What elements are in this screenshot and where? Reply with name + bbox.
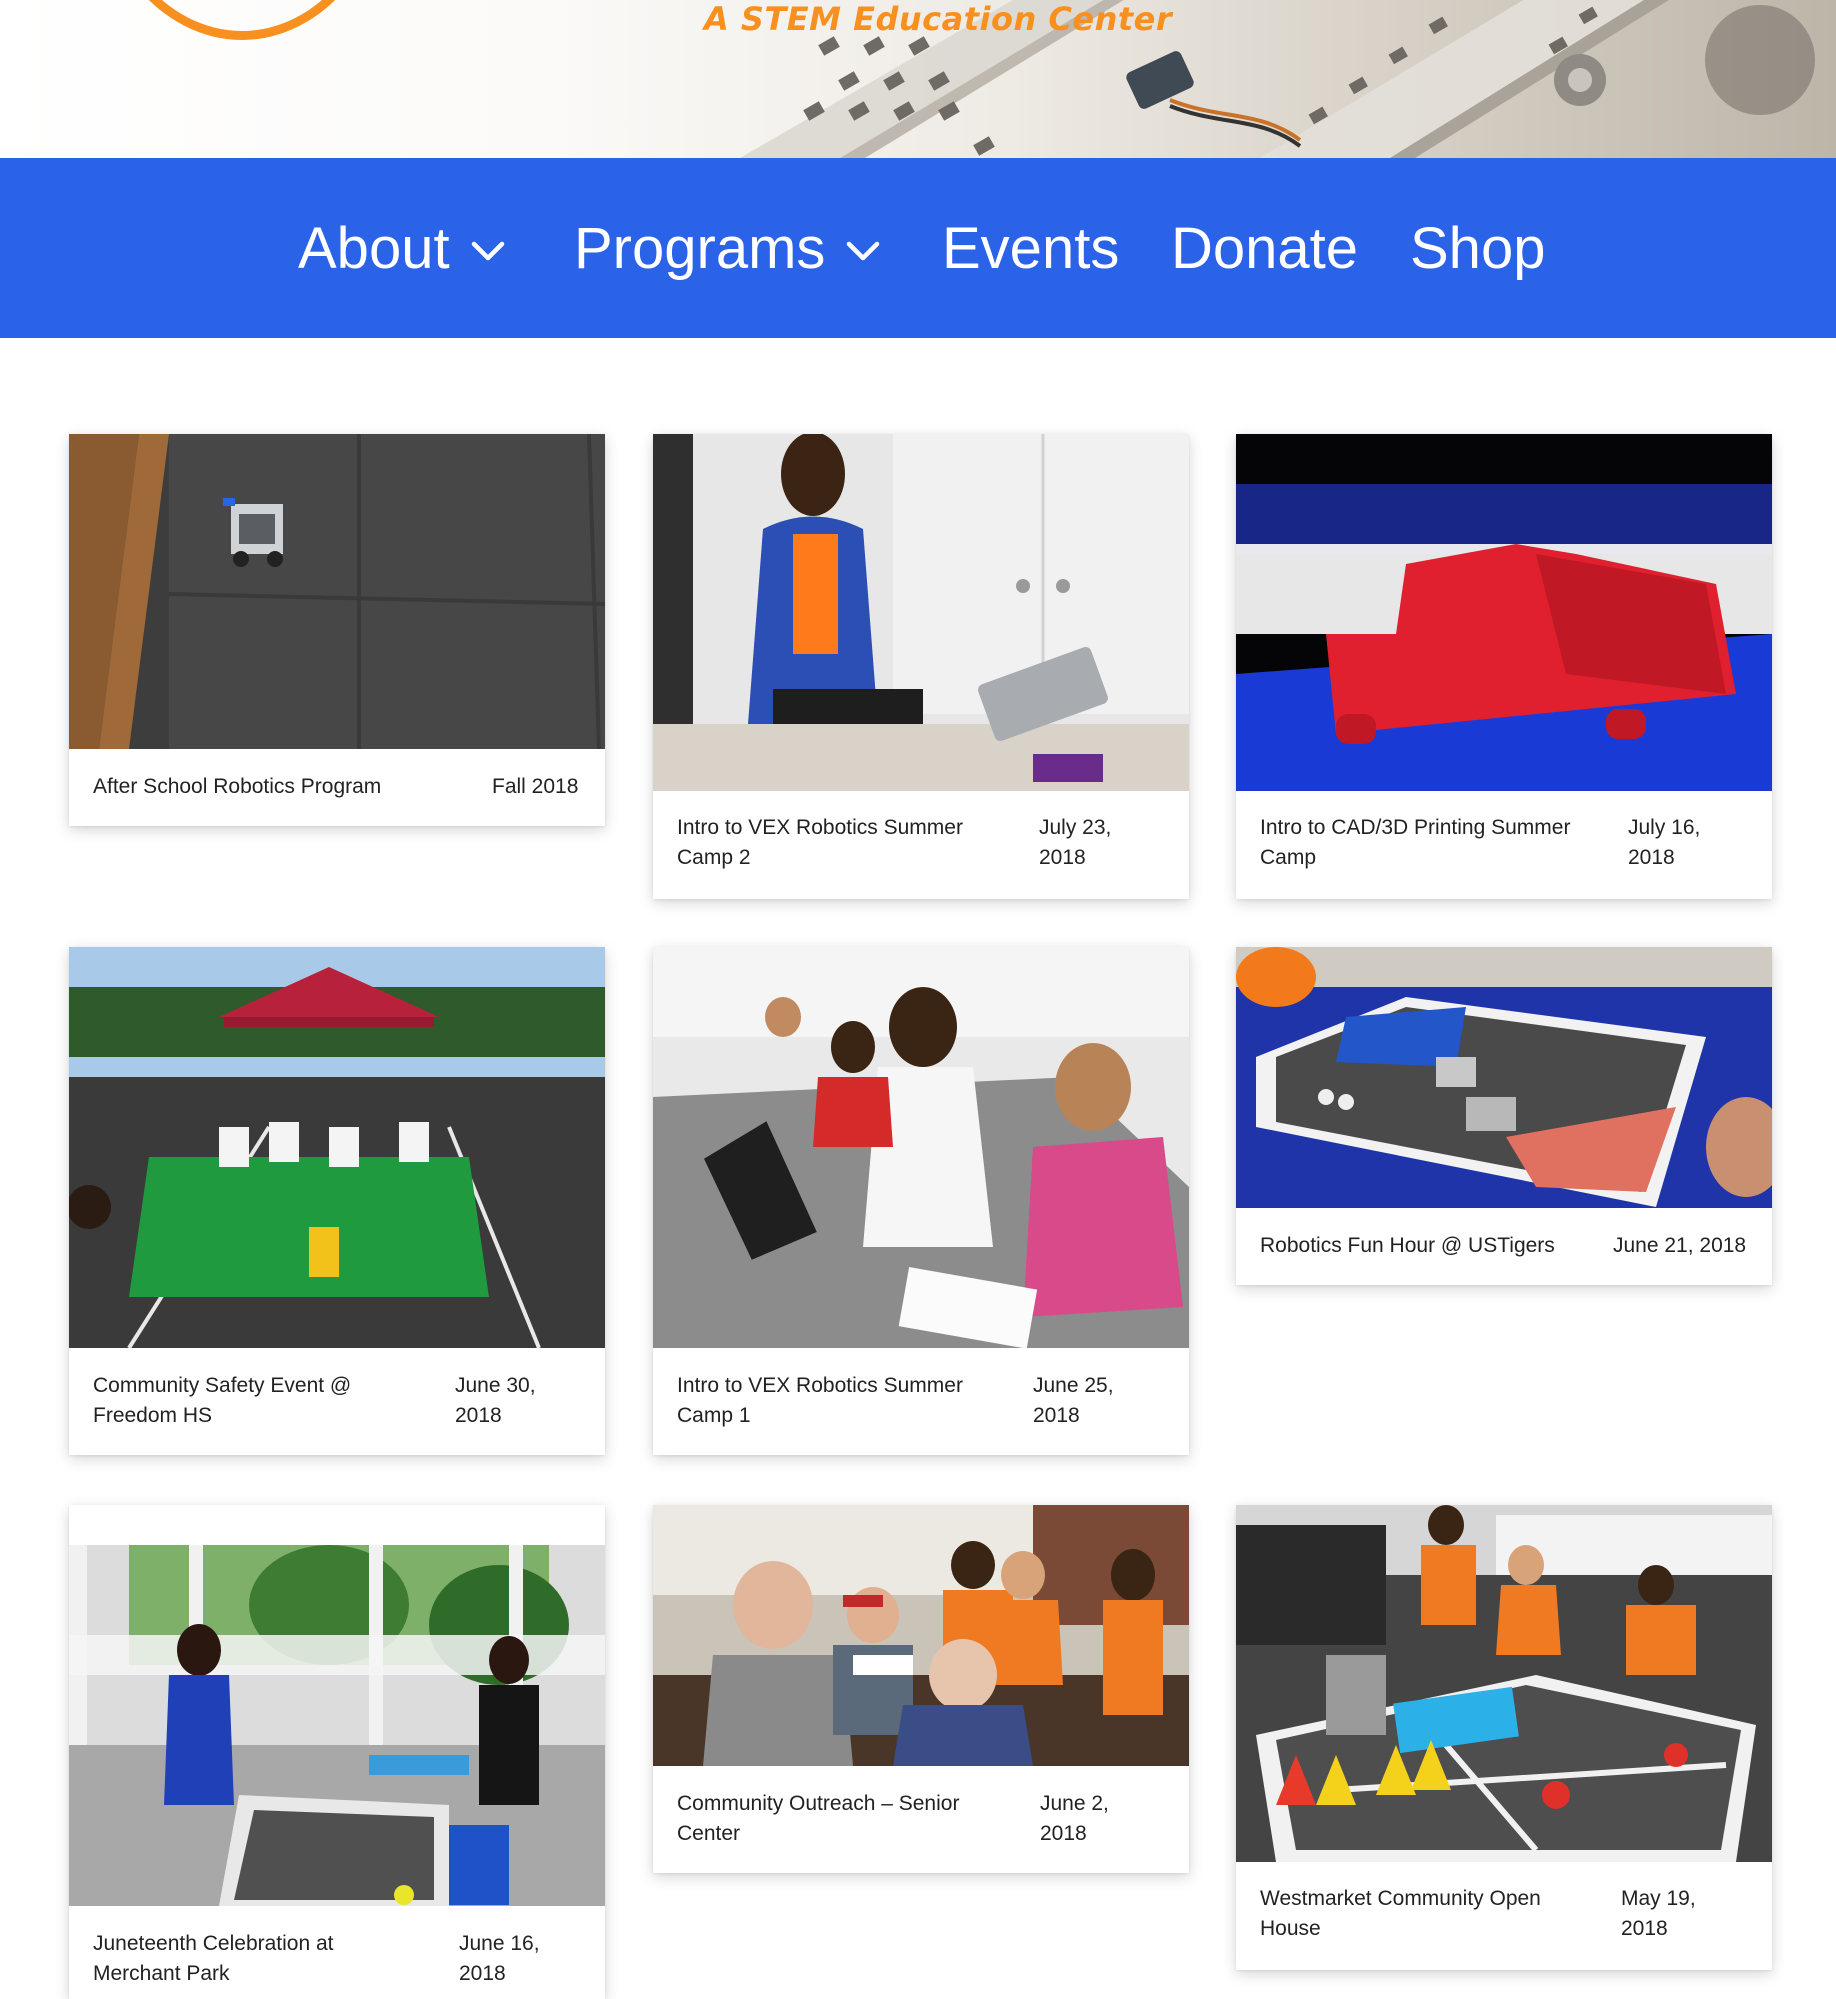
event-card-robotics-fun-hour[interactable]: Robotics Fun Hour @ USTigers June 21, 20… xyxy=(1236,947,1772,1285)
event-title: Community Safety Event @ Freedom HS xyxy=(93,1374,352,1427)
nav-item-about[interactable]: About xyxy=(298,213,508,283)
event-photo[interactable] xyxy=(653,947,1189,1348)
event-title: Juneteenth Celebration at Merchant Park xyxy=(93,1932,334,1985)
event-title: Intro to VEX Robotics Summer Camp 1 xyxy=(677,1374,963,1427)
nav-item-label: About xyxy=(298,215,450,281)
nav-item-shop[interactable]: Shop xyxy=(1410,213,1545,283)
event-card-senior-center[interactable]: Community Outreach – Senior Center June … xyxy=(653,1505,1189,1873)
event-date: June 25, 2018 xyxy=(1033,1374,1114,1427)
event-date: June 21, 2018 xyxy=(1613,1234,1747,1257)
event-photo[interactable] xyxy=(653,1505,1189,1766)
event-title: Community Outreach – Senior Center xyxy=(677,1792,960,1845)
event-date: Fall 2018 xyxy=(492,775,579,798)
event-date: July 16, 2018 xyxy=(1628,816,1701,869)
event-photo[interactable] xyxy=(69,1505,605,1906)
event-date: May 19, 2018 xyxy=(1621,1887,1696,1940)
event-date: June 30, 2018 xyxy=(455,1374,536,1427)
site-tagline: A STEM Education Center xyxy=(704,0,1173,38)
event-card-juneteenth[interactable]: Juneteenth Celebration at Merchant Park … xyxy=(69,1505,605,1999)
event-date: June 16, 2018 xyxy=(459,1932,540,1985)
event-title: Intro to VEX Robotics Summer Camp 2 xyxy=(677,816,963,869)
nav-item-label: Shop xyxy=(1410,215,1546,281)
nav-item-label: Donate xyxy=(1171,215,1359,281)
event-title: Westmarket Community Open House xyxy=(1260,1887,1541,1940)
nav-item-donate[interactable]: Donate xyxy=(1171,213,1358,283)
event-date: July 23, 2018 xyxy=(1039,816,1112,869)
nav-item-programs[interactable]: Programs xyxy=(574,213,883,283)
event-card-after-school-robotics[interactable]: After School Robotics Program Fall 2018 xyxy=(69,434,605,826)
event-photo[interactable] xyxy=(69,947,605,1348)
event-photo[interactable] xyxy=(1236,434,1772,791)
chevron-down-icon xyxy=(471,241,504,261)
event-title: After School Robotics Program xyxy=(93,775,382,798)
event-card-community-safety[interactable]: Community Safety Event @ Freedom HS June… xyxy=(69,947,605,1455)
event-title: Robotics Fun Hour @ USTigers xyxy=(1260,1234,1555,1257)
logo-ring[interactable] xyxy=(92,0,392,40)
event-photo[interactable] xyxy=(1236,947,1772,1208)
event-photo[interactable] xyxy=(69,434,605,749)
event-date: June 2, 2018 xyxy=(1040,1792,1109,1845)
nav-item-label: Events xyxy=(942,215,1120,281)
chevron-down-icon xyxy=(847,241,880,261)
event-photo[interactable] xyxy=(653,434,1189,791)
event-title: Intro to CAD/3D Printing Summer Camp xyxy=(1260,816,1571,869)
event-card-vex-camp-2[interactable]: Intro to VEX Robotics Summer Camp 2 July… xyxy=(653,434,1189,899)
event-photo[interactable] xyxy=(1236,1505,1772,1862)
event-card-cad-3d-camp[interactable]: Intro to CAD/3D Printing Summer Camp Jul… xyxy=(1236,434,1772,899)
nav-item-events[interactable]: Events xyxy=(942,213,1119,283)
main-navigation: About Programs Events Donate Shop xyxy=(0,158,1836,338)
event-card-westmarket[interactable]: Westmarket Community Open House May 19, … xyxy=(1236,1505,1772,1970)
hero-banner: A STEM Education Center xyxy=(0,0,1836,158)
event-card-vex-camp-1[interactable]: Intro to VEX Robotics Summer Camp 1 June… xyxy=(653,947,1189,1455)
nav-item-label: Programs xyxy=(574,215,826,281)
